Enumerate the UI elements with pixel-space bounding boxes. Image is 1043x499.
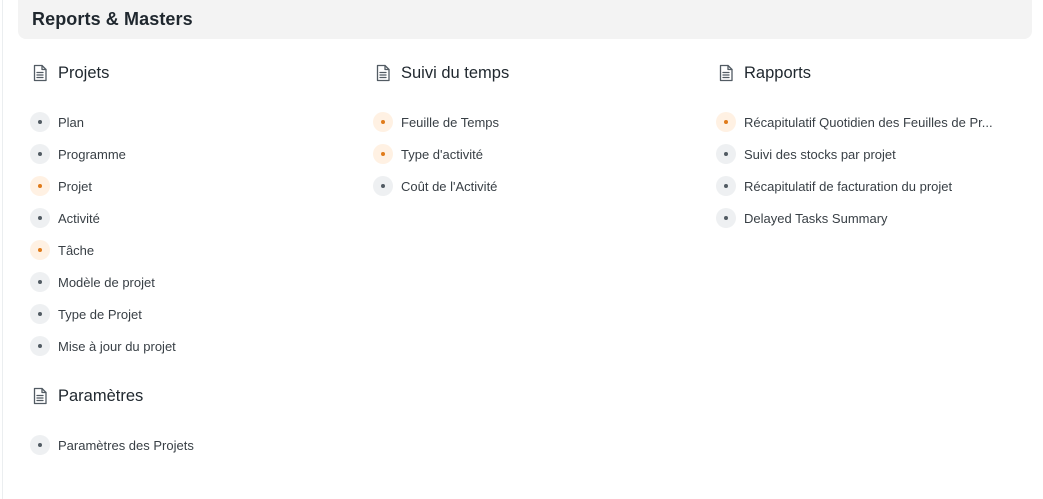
card-header: Projets xyxy=(30,62,340,84)
card-rapports: Rapports Récapitulatif Quotidien des Feu… xyxy=(716,62,1026,234)
document-icon xyxy=(373,63,393,83)
card-title: Rapports xyxy=(744,63,811,82)
link-item[interactable]: Feuille de Temps xyxy=(373,106,683,138)
bullet-dot-icon xyxy=(373,112,393,132)
card-parametres: Paramètres Paramètres des Projets xyxy=(30,385,340,461)
link-item[interactable]: Modèle de projet xyxy=(30,266,340,298)
section-title: Reports & Masters xyxy=(32,9,193,29)
link-label: Modèle de projet xyxy=(58,274,155,290)
bullet-dot-icon xyxy=(716,112,736,132)
link-list: Récapitulatif Quotidien des Feuilles de … xyxy=(716,106,1026,234)
link-label: Delayed Tasks Summary xyxy=(744,210,888,226)
bullet-dot-icon xyxy=(30,208,50,228)
link-label: Récapitulatif de facturation du projet xyxy=(744,178,953,194)
bullet-dot-icon xyxy=(373,176,393,196)
link-item[interactable]: Delayed Tasks Summary xyxy=(716,202,1026,234)
link-label: Mise à jour du projet xyxy=(58,338,176,354)
link-item[interactable]: Projet xyxy=(30,170,340,202)
link-label: Type de Projet xyxy=(58,306,142,322)
link-item[interactable]: Programme xyxy=(30,138,340,170)
link-item[interactable]: Activité xyxy=(30,202,340,234)
bullet-dot-icon xyxy=(30,336,50,356)
link-item[interactable]: Type de Projet xyxy=(30,298,340,330)
bullet-dot-icon xyxy=(30,304,50,324)
document-icon xyxy=(30,63,50,83)
card-suivi-du-temps: Suivi du temps Feuille de Temps Type d'ac… xyxy=(373,62,683,202)
card-title: Suivi du temps xyxy=(401,63,510,82)
link-item[interactable]: Type d'activité xyxy=(373,138,683,170)
link-item[interactable]: Coût de l'Activité xyxy=(373,170,683,202)
bullet-dot-icon xyxy=(716,144,736,164)
link-label: Paramètres des Projets xyxy=(58,437,194,453)
section-header: Reports & Masters xyxy=(18,0,1032,39)
bullet-dot-icon xyxy=(716,208,736,228)
link-label: Feuille de Temps xyxy=(401,114,500,130)
bullet-dot-icon xyxy=(30,176,50,196)
page-left-border xyxy=(2,0,3,499)
link-item[interactable]: Récapitulatif de facturation du projet xyxy=(716,170,1026,202)
bullet-dot-icon xyxy=(716,176,736,196)
link-list: Plan Programme Projet Activité Tâche Modèle d… xyxy=(30,106,340,362)
card-title: Paramètres xyxy=(58,386,144,405)
bullet-dot-icon xyxy=(30,112,50,132)
card-header: Suivi du temps xyxy=(373,62,683,84)
link-label: Suivi des stocks par projet xyxy=(744,146,896,162)
card-header: Rapports xyxy=(716,62,1026,84)
link-label: Plan xyxy=(58,114,85,130)
bullet-dot-icon xyxy=(30,435,50,455)
link-item[interactable]: Mise à jour du projet xyxy=(30,330,340,362)
link-label: Récapitulatif Quotidien des Feuilles de … xyxy=(744,114,993,130)
link-label: Projet xyxy=(58,178,92,194)
document-icon xyxy=(30,386,50,406)
card-projets: Projets Plan Programme Projet Activité Tâche… xyxy=(30,62,340,362)
link-list: Paramètres des Projets xyxy=(30,429,340,461)
link-item[interactable]: Tâche xyxy=(30,234,340,266)
link-item[interactable]: Paramètres des Projets xyxy=(30,429,340,461)
link-label: Activité xyxy=(58,210,100,226)
card-title: Projets xyxy=(58,63,110,82)
bullet-dot-icon xyxy=(30,240,50,260)
link-item[interactable]: Récapitulatif Quotidien des Feuilles de … xyxy=(716,106,1026,138)
bullet-dot-icon xyxy=(30,144,50,164)
link-item[interactable]: Suivi des stocks par projet xyxy=(716,138,1026,170)
bullet-dot-icon xyxy=(373,144,393,164)
card-header: Paramètres xyxy=(30,385,340,407)
link-item[interactable]: Plan xyxy=(30,106,340,138)
link-label: Type d'activité xyxy=(401,146,483,162)
link-list: Feuille de Temps Type d'activité Coût de l… xyxy=(373,106,683,202)
document-icon xyxy=(716,63,736,83)
link-label: Programme xyxy=(58,146,126,162)
link-label: Tâche xyxy=(58,242,95,258)
link-label: Coût de l'Activité xyxy=(401,178,498,194)
bullet-dot-icon xyxy=(30,272,50,292)
